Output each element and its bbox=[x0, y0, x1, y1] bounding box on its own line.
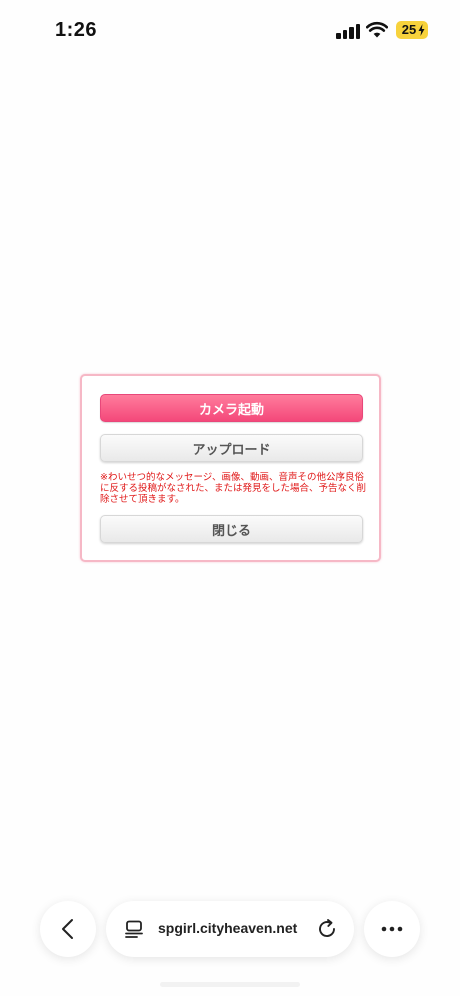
status-time: 1:26 bbox=[55, 19, 98, 41]
wifi-icon bbox=[366, 21, 388, 38]
status-bar: 1:26 25 bbox=[0, 0, 460, 60]
camera-button[interactable]: カメラ起動 bbox=[100, 394, 363, 422]
charging-bolt-icon bbox=[418, 24, 425, 36]
screen: 1:26 25 カメラ起動 アップロード ※わいせつ的なメッセージ、画像、動画、… bbox=[0, 0, 460, 996]
notice-text: ※わいせつ的なメッセージ、画像、動画、音声その他公序良俗に反する投稿がなされた、… bbox=[100, 472, 367, 505]
back-button[interactable] bbox=[40, 901, 96, 957]
reload-icon[interactable] bbox=[316, 918, 338, 940]
tab-list-icon[interactable] bbox=[124, 919, 144, 939]
more-button[interactable] bbox=[364, 901, 420, 957]
chevron-left-icon bbox=[62, 919, 73, 939]
home-indicator bbox=[160, 982, 300, 987]
ellipsis-icon bbox=[381, 926, 403, 932]
address-bar[interactable]: spgirl.cityheaven.net bbox=[106, 901, 354, 957]
signal-icon bbox=[336, 23, 360, 39]
battery-indicator: 25 bbox=[396, 21, 428, 39]
close-button[interactable]: 閉じる bbox=[100, 515, 363, 543]
url-text[interactable]: spgirl.cityheaven.net bbox=[158, 920, 308, 936]
upload-dialog: カメラ起動 アップロード ※わいせつ的なメッセージ、画像、動画、音声その他公序良… bbox=[80, 374, 381, 562]
upload-button[interactable]: アップロード bbox=[100, 434, 363, 462]
